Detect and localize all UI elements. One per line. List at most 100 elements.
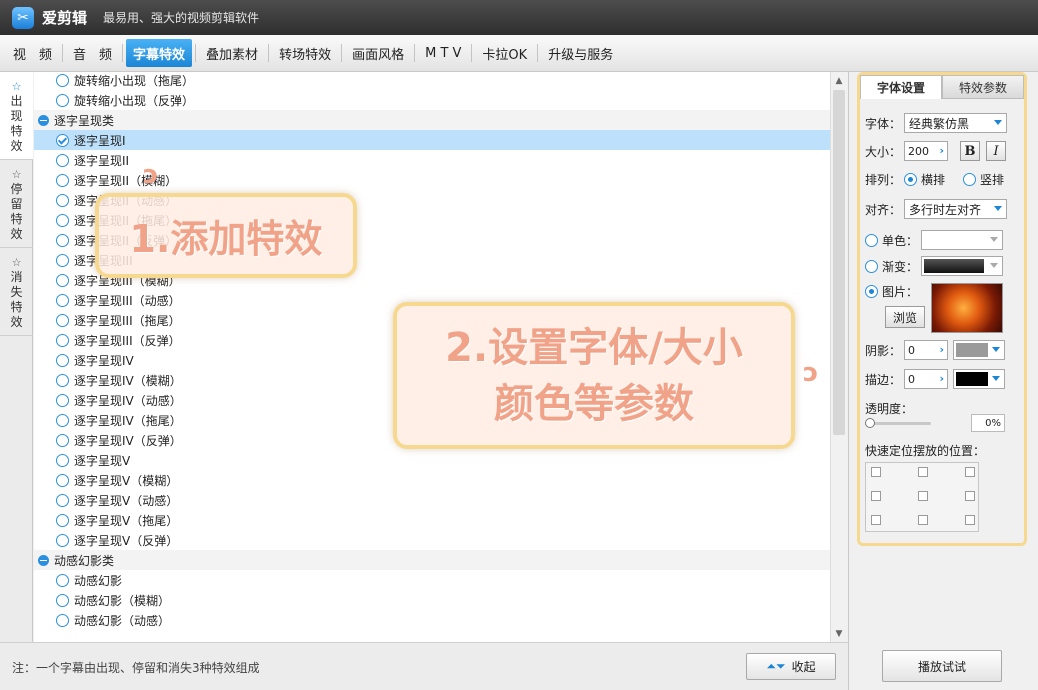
position-cell[interactable] — [871, 515, 881, 525]
category-row[interactable]: 动感幻影类 — [34, 550, 830, 570]
position-cell[interactable] — [965, 515, 975, 525]
list-scrollbar[interactable]: ▲ ▼ — [830, 72, 847, 642]
effect-radio[interactable] — [56, 313, 69, 327]
side-tab-1[interactable]: ☆ 停留特效 — [0, 160, 33, 248]
effect-item[interactable]: 动感幻影 — [34, 570, 830, 590]
effect-radio[interactable] — [56, 193, 69, 207]
side-tab-2[interactable]: ☆ 消失特效 — [0, 248, 33, 336]
arrange-horizontal-radio[interactable] — [904, 173, 918, 186]
side-tab-0[interactable]: ☆ 出现特效 — [0, 72, 33, 160]
stroke-color-select[interactable] — [953, 369, 1006, 389]
scroll-down-icon[interactable]: ▼ — [831, 625, 847, 642]
effect-radio[interactable] — [56, 93, 69, 107]
menu-tab-8[interactable]: 升级与服务 — [541, 39, 620, 67]
position-cell[interactable] — [918, 515, 928, 525]
menu-separator — [62, 44, 64, 62]
scroll-up-icon[interactable]: ▲ — [831, 72, 847, 89]
menu-tab-2[interactable]: 字幕特效 — [126, 39, 193, 67]
menu-tab-6[interactable]: M T V — [418, 39, 468, 67]
size-stepper[interactable]: 200 › — [904, 141, 949, 161]
preview-play-button[interactable]: 播放试试 — [882, 650, 1002, 682]
effect-radio[interactable] — [56, 153, 69, 167]
effect-item[interactable]: 旋转缩小出现（反弹） — [34, 90, 830, 110]
effect-label: 逐字呈现III（动感） — [74, 293, 181, 308]
menu-tab-0[interactable]: 视 频 — [6, 39, 59, 67]
effect-radio[interactable] — [56, 413, 69, 427]
effect-radio[interactable] — [56, 293, 69, 307]
position-cell[interactable] — [871, 491, 881, 501]
effect-radio[interactable] — [56, 233, 69, 247]
solid-color-select[interactable] — [921, 230, 1004, 250]
menu-tab-4[interactable]: 转场特效 — [272, 39, 338, 67]
position-cell[interactable] — [871, 467, 881, 477]
effect-item[interactable]: 逐字呈现V（动感） — [34, 490, 830, 510]
effect-radio[interactable] — [56, 213, 69, 227]
menu-tab-5[interactable]: 画面风格 — [345, 39, 411, 67]
effect-radio[interactable] — [56, 513, 69, 527]
opacity-slider-thumb[interactable] — [865, 418, 875, 428]
menu-separator — [195, 44, 197, 62]
effect-radio[interactable] — [56, 613, 69, 627]
effect-radio[interactable] — [56, 73, 69, 87]
effect-item[interactable]: 逐字呈现I — [34, 130, 830, 150]
menu-tab-3[interactable]: 叠加素材 — [199, 39, 265, 67]
stroke-color-swatch — [956, 372, 989, 386]
font-select[interactable]: 经典繁仿黑 — [904, 113, 1008, 133]
effect-radio[interactable] — [56, 433, 69, 447]
effect-item[interactable]: 动感幻影（模糊） — [34, 590, 830, 610]
solid-color-radio[interactable] — [865, 233, 878, 247]
effect-radio[interactable] — [56, 473, 69, 487]
browse-button[interactable]: 浏览 — [885, 306, 925, 328]
effect-item[interactable]: 动感幻影（动感） — [34, 610, 830, 630]
category-row[interactable]: 逐字呈现类 — [34, 110, 830, 130]
effect-item[interactable]: 逐字呈现V（模糊） — [34, 470, 830, 490]
effect-radio[interactable] — [56, 133, 69, 147]
effect-label: 逐字呈现V（拖尾） — [74, 513, 179, 528]
effect-radio[interactable] — [56, 253, 69, 267]
collapse-arrows-icon: ⏶⏷ — [766, 659, 786, 673]
image-radio[interactable] — [865, 285, 878, 298]
effect-radio[interactable] — [56, 593, 69, 607]
effect-radio[interactable] — [56, 533, 69, 547]
size-label: 大小： — [865, 144, 902, 159]
bold-button[interactable]: B — [960, 141, 981, 161]
scroll-thumb[interactable] — [833, 90, 845, 435]
effect-item[interactable]: 逐字呈现V — [34, 450, 830, 470]
image-label: 图片： — [882, 285, 919, 299]
shadow-stepper[interactable]: 0 › — [904, 340, 949, 360]
effect-radio[interactable] — [56, 333, 69, 347]
position-cell[interactable] — [965, 467, 975, 477]
effect-label: 旋转缩小出现（反弹） — [74, 93, 195, 108]
effect-radio[interactable] — [56, 393, 69, 407]
position-cell[interactable] — [965, 491, 975, 501]
effect-radio[interactable] — [56, 573, 69, 587]
stroke-stepper[interactable]: 0 › — [904, 369, 949, 389]
menu-tab-7[interactable]: 卡拉OK — [475, 39, 534, 67]
italic-button[interactable]: I — [986, 141, 1007, 161]
gradient-radio[interactable] — [865, 259, 878, 273]
effect-radio[interactable] — [56, 373, 69, 387]
opacity-slider-track[interactable] — [867, 422, 931, 425]
effect-radio[interactable] — [56, 273, 69, 287]
collapse-button[interactable]: ⏶⏷ 收起 — [746, 653, 836, 680]
effect-radio[interactable] — [56, 173, 69, 187]
effect-item[interactable]: 旋转缩小出现（拖尾） — [34, 72, 830, 90]
effect-item[interactable]: 逐字呈现V（反弹） — [34, 530, 830, 550]
tab-effect-params[interactable]: 特效参数 — [942, 75, 1024, 99]
collapse-minus-icon[interactable] — [38, 554, 49, 566]
effect-radio[interactable] — [56, 353, 69, 367]
position-cell[interactable] — [918, 467, 928, 477]
effect-radio[interactable] — [56, 453, 69, 467]
effect-item[interactable]: 逐字呈现V（拖尾） — [34, 510, 830, 530]
tab-font-settings[interactable]: 字体设置 — [860, 75, 942, 99]
chevron-down-icon — [994, 120, 1003, 125]
menu-tab-1[interactable]: 音 频 — [66, 39, 119, 67]
gradient-select[interactable] — [921, 256, 1004, 276]
arrange-vertical-radio[interactable] — [963, 173, 977, 186]
collapse-minus-icon[interactable] — [38, 114, 49, 126]
image-preview — [931, 283, 1003, 333]
effect-radio[interactable] — [56, 493, 69, 507]
align-select[interactable]: 多行时左对齐 — [904, 199, 1008, 219]
shadow-color-select[interactable] — [953, 340, 1006, 360]
position-cell[interactable] — [918, 491, 928, 501]
